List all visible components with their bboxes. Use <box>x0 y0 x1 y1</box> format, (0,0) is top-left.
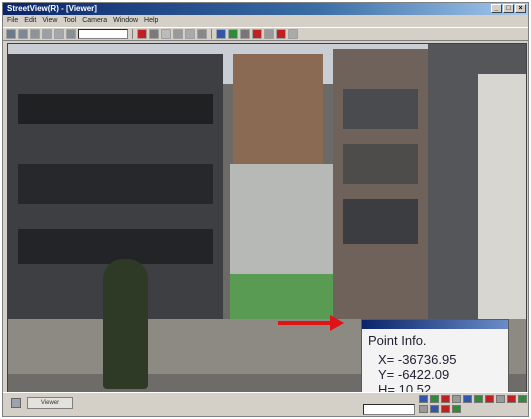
building-mid-windows <box>343 199 418 244</box>
layer-toggle-icon[interactable] <box>441 405 450 413</box>
layer-toggle-icon[interactable] <box>496 395 505 403</box>
layer-toggle-icon[interactable] <box>452 405 461 413</box>
pan-icon[interactable] <box>161 29 171 39</box>
layer-toggle-icon[interactable] <box>419 405 428 413</box>
building-mid-windows <box>343 89 418 129</box>
building-left-windows <box>18 229 213 264</box>
point-info-y: Y= -6422.09 <box>378 367 450 382</box>
layer-toggle-icon[interactable] <box>430 405 439 413</box>
menu-help[interactable]: Help <box>144 16 158 26</box>
layer-toggle-icon[interactable] <box>507 395 516 403</box>
stop-icon[interactable] <box>264 29 274 39</box>
grid-icon[interactable] <box>228 29 238 39</box>
toolbar-input[interactable] <box>78 29 128 39</box>
cut-icon[interactable] <box>42 29 52 39</box>
window-title: StreetView(R) - [Viewer] <box>7 4 97 13</box>
save-icon[interactable] <box>18 29 28 39</box>
point-info-panel: Point Info. X= -36736.95 Y= -6422.09 H= … <box>361 319 509 392</box>
settings-icon[interactable] <box>240 29 250 39</box>
window-controls: _ □ × <box>491 4 526 13</box>
point-info-titlebar[interactable] <box>362 320 508 329</box>
menu-window[interactable]: Window <box>113 16 138 26</box>
menu-bar: File Edit View Tool Camera Window Help <box>3 16 528 26</box>
layer-toggle-icon[interactable] <box>518 395 527 403</box>
direction-arrow-head <box>330 315 344 331</box>
app-window: StreetView(R) - [Viewer] _ □ × File Edit… <box>2 2 529 417</box>
menu-tool[interactable]: Tool <box>63 16 76 26</box>
building-left-windows <box>18 94 213 124</box>
menu-file[interactable]: File <box>7 16 18 26</box>
measure-icon[interactable] <box>173 29 183 39</box>
print-icon[interactable] <box>30 29 40 39</box>
layer-toggle-icon[interactable] <box>485 395 494 403</box>
status-bar: Viewer <box>3 392 528 416</box>
maximize-button[interactable]: □ <box>503 4 514 13</box>
open-icon[interactable] <box>6 29 16 39</box>
status-tab-viewer[interactable]: Viewer <box>27 397 73 409</box>
point-icon[interactable] <box>185 29 195 39</box>
play-icon[interactable] <box>276 29 286 39</box>
menu-camera[interactable]: Camera <box>82 16 107 26</box>
paste-icon[interactable] <box>66 29 76 39</box>
toolbar-separator <box>211 29 212 39</box>
zoom-in-icon[interactable] <box>137 29 147 39</box>
layer-icon[interactable] <box>11 398 21 408</box>
menu-edit[interactable]: Edit <box>24 16 36 26</box>
layer-toggle-icon[interactable] <box>419 395 428 403</box>
layer-toggle-icon[interactable] <box>474 395 483 403</box>
street-view-image[interactable]: Point Info. X= -36736.95 Y= -6422.09 H= … <box>7 43 527 393</box>
help-icon[interactable] <box>288 29 298 39</box>
line-icon[interactable] <box>197 29 207 39</box>
point-info-body: Point Info. X= -36736.95 Y= -6422.09 H= … <box>362 329 508 392</box>
status-icon-group <box>419 395 527 413</box>
record-icon[interactable] <box>252 29 262 39</box>
menu-view[interactable]: View <box>42 16 57 26</box>
area-icon[interactable] <box>216 29 226 39</box>
minimize-button[interactable]: _ <box>491 4 502 13</box>
status-input[interactable] <box>363 404 415 415</box>
building-left-windows <box>18 164 213 204</box>
point-info-x: X= -36736.95 <box>378 352 457 367</box>
zoom-out-icon[interactable] <box>149 29 159 39</box>
layer-toggle-icon[interactable] <box>452 395 461 403</box>
direction-arrow <box>278 321 333 325</box>
point-info-heading: Point Info. <box>368 333 427 348</box>
copy-icon[interactable] <box>54 29 64 39</box>
toolbar <box>3 27 528 41</box>
toolbar-separator <box>132 29 133 39</box>
close-button[interactable]: × <box>515 4 526 13</box>
title-bar: StreetView(R) - [Viewer] _ □ × <box>3 3 528 15</box>
building-right-timber <box>478 74 526 324</box>
layer-toggle-icon[interactable] <box>441 395 450 403</box>
green-fence <box>230 274 335 319</box>
layer-toggle-icon[interactable] <box>463 395 472 403</box>
building-mid-windows <box>343 144 418 184</box>
layer-toggle-icon[interactable] <box>430 395 439 403</box>
tree <box>103 259 148 389</box>
